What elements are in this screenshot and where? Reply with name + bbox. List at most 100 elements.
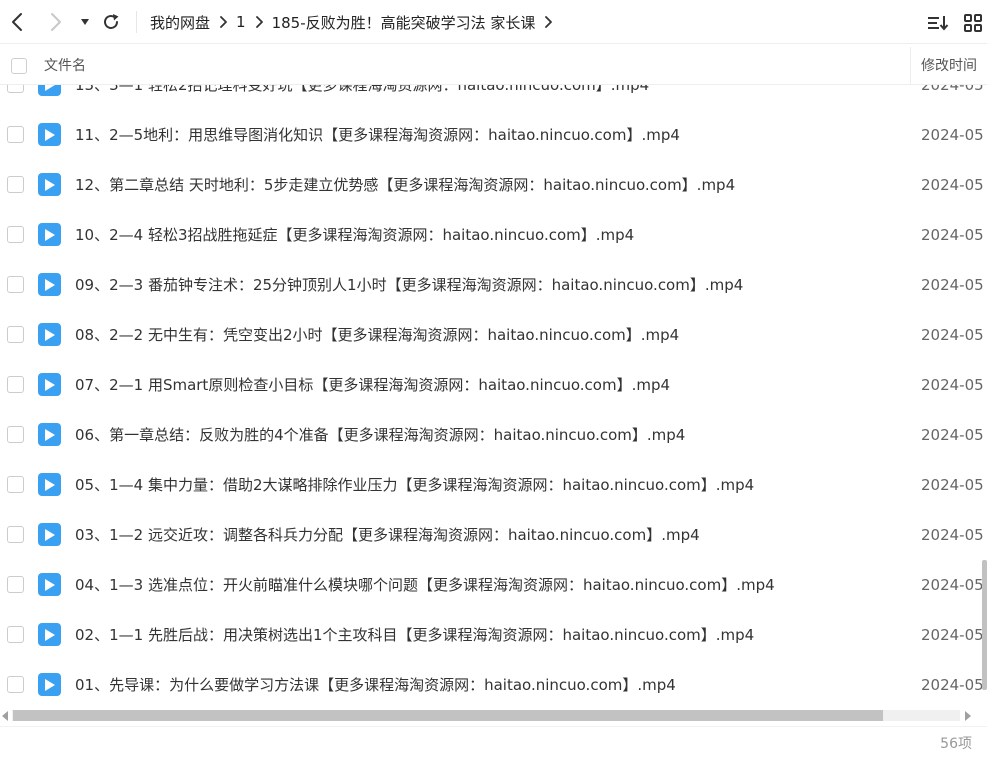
file-row[interactable]: 06、第一章总结：反败为胜的4个准备【更多课程海淘资源网：haitao.ninc…	[0, 410, 987, 460]
video-file-icon	[38, 373, 61, 396]
file-row[interactable]: 07、2—1 用Smart原则检查小目标【更多课程海淘资源网：haitao.ni…	[0, 360, 987, 410]
breadcrumb-separator-icon	[219, 16, 227, 28]
scroll-right-arrow-icon[interactable]	[962, 710, 974, 721]
vertical-scrollbar-thumb[interactable]	[982, 560, 987, 690]
scroll-left-arrow-icon[interactable]	[0, 710, 10, 721]
file-list: 13、3—1 轻松2招记理科变好玩【更多课程海淘资源网：haitao.nincu…	[0, 85, 987, 707]
horizontal-scrollbar-thumb[interactable]	[13, 710, 883, 721]
file-modified-time: 2024-05	[921, 176, 984, 194]
video-file-icon	[38, 273, 61, 296]
row-checkbox[interactable]	[7, 426, 24, 443]
row-checkbox[interactable]	[7, 676, 24, 693]
file-name: 03、1—2 远交近攻：调整各科兵力分配【更多课程海淘资源网：haitao.ni…	[75, 526, 700, 544]
video-file-icon	[38, 323, 61, 346]
column-header-name[interactable]: 文件名	[44, 47, 86, 85]
file-row[interactable]: 10、2—4 轻松3招战胜拖延症【更多课程海淘资源网：haitao.nincuo…	[0, 210, 987, 260]
chevron-left-icon	[12, 13, 22, 31]
row-checkbox[interactable]	[7, 226, 24, 243]
grid-view-button[interactable]	[962, 12, 984, 34]
file-modified-time: 2024-05	[921, 276, 984, 294]
file-name: 12、第二章总结 天时地利：5步走建立优势感【更多课程海淘资源网：haitao.…	[75, 176, 736, 194]
file-modified-time: 2024-05	[921, 85, 984, 94]
file-modified-time: 2024-05	[921, 226, 984, 244]
file-row[interactable]: 03、1—2 远交近攻：调整各科兵力分配【更多课程海淘资源网：haitao.ni…	[0, 510, 987, 560]
file-modified-time: 2024-05	[921, 576, 984, 594]
file-row[interactable]: 05、1—4 集中力量：借助2大谋略排除作业压力【更多课程海淘资源网：haita…	[0, 460, 987, 510]
file-modified-time: 2024-05	[921, 676, 984, 694]
chevron-right-icon	[51, 13, 61, 31]
history-dropdown-button[interactable]	[77, 10, 93, 34]
file-row[interactable]: 01、先导课：为什么要做学习方法课【更多课程海淘资源网：haitao.nincu…	[0, 660, 987, 707]
file-modified-time: 2024-05	[921, 626, 984, 644]
forward-button[interactable]	[44, 10, 68, 34]
row-checkbox[interactable]	[7, 626, 24, 643]
video-file-icon	[38, 473, 61, 496]
breadcrumb: 我的网盘 1 185-反败为胜！高能突破学习法 家长课	[150, 0, 561, 44]
video-file-icon	[38, 223, 61, 246]
video-file-icon	[38, 423, 61, 446]
file-modified-time: 2024-05	[921, 326, 984, 344]
horizontal-scrollbar[interactable]	[0, 707, 987, 724]
caret-down-icon	[81, 19, 89, 25]
file-modified-time: 2024-05	[921, 376, 984, 394]
file-modified-time: 2024-05	[921, 476, 984, 494]
item-count: 56项	[940, 736, 972, 752]
list-header: 文件名 修改时间	[0, 47, 987, 85]
file-name: 01、先导课：为什么要做学习方法课【更多课程海淘资源网：haitao.nincu…	[75, 676, 676, 694]
video-file-icon	[38, 573, 61, 596]
column-divider[interactable]	[910, 47, 911, 85]
refresh-button[interactable]	[99, 10, 123, 34]
video-file-icon	[38, 123, 61, 146]
file-name: 10、2—4 轻松3招战胜拖延症【更多课程海淘资源网：haitao.nincuo…	[75, 226, 635, 244]
breadcrumb-expand-icon[interactable]	[544, 16, 553, 28]
sort-button[interactable]	[927, 12, 949, 34]
row-checkbox[interactable]	[7, 376, 24, 393]
file-name: 06、第一章总结：反败为胜的4个准备【更多课程海淘资源网：haitao.ninc…	[75, 426, 686, 444]
file-name: 04、1—3 选准点位：开火前瞄准什么模块哪个问题【更多课程海淘资源网：hait…	[75, 576, 775, 594]
column-header-modified-time[interactable]: 修改时间	[921, 47, 977, 85]
file-name: 05、1—4 集中力量：借助2大谋略排除作业压力【更多课程海淘资源网：haita…	[75, 476, 755, 494]
video-file-icon	[38, 623, 61, 646]
row-checkbox[interactable]	[7, 85, 24, 93]
breadcrumb-separator-icon	[255, 16, 263, 28]
file-row[interactable]: 09、2—3 番茄钟专注术：25分钟顶别人1小时【更多课程海淘资源网：haita…	[0, 260, 987, 310]
file-row[interactable]: 04、1—3 选准点位：开火前瞄准什么模块哪个问题【更多课程海淘资源网：hait…	[0, 560, 987, 610]
toolbar-divider	[136, 11, 137, 33]
file-row[interactable]: 02、1—1 先胜后战：用决策树选出1个主攻科目【更多课程海淘资源网：haita…	[0, 610, 987, 660]
row-checkbox[interactable]	[7, 276, 24, 293]
toolbar: 我的网盘 1 185-反败为胜！高能突破学习法 家长课	[0, 0, 987, 44]
video-file-icon	[38, 523, 61, 546]
file-modified-time: 2024-05	[921, 526, 984, 544]
file-row[interactable]: 13、3—1 轻松2招记理科变好玩【更多课程海淘资源网：haitao.nincu…	[0, 85, 987, 110]
file-modified-time: 2024-05	[921, 126, 984, 144]
file-row[interactable]: 12、第二章总结 天时地利：5步走建立优势感【更多课程海淘资源网：haitao.…	[0, 160, 987, 210]
breadcrumb-item-folder[interactable]: 1	[236, 13, 246, 31]
row-checkbox[interactable]	[7, 126, 24, 143]
file-browser-window: 我的网盘 1 185-反败为胜！高能突破学习法 家长课 文件名 修改时间 13、…	[0, 0, 987, 758]
row-checkbox[interactable]	[7, 576, 24, 593]
file-name: 13、3—1 轻松2招记理科变好玩【更多课程海淘资源网：haitao.nincu…	[75, 85, 650, 94]
file-modified-time: 2024-05	[921, 426, 984, 444]
grid-view-icon	[964, 14, 982, 32]
breadcrumb-item-root[interactable]: 我的网盘	[150, 12, 210, 33]
file-name: 09、2—3 番茄钟专注术：25分钟顶别人1小时【更多课程海淘资源网：haita…	[75, 276, 744, 294]
sort-icon	[928, 16, 949, 31]
file-row[interactable]: 08、2—2 无中生有：凭空变出2小时【更多课程海淘资源网：haitao.nin…	[0, 310, 987, 360]
breadcrumb-item-current[interactable]: 185-反败为胜！高能突破学习法 家长课	[272, 12, 536, 33]
status-bar: 56项	[0, 726, 987, 758]
back-button[interactable]	[5, 10, 29, 34]
file-name: 07、2—1 用Smart原则检查小目标【更多课程海淘资源网：haitao.ni…	[75, 376, 671, 394]
row-checkbox[interactable]	[7, 476, 24, 493]
file-row[interactable]: 11、2—5地利：用思维导图消化知识【更多课程海淘资源网：haitao.ninc…	[0, 110, 987, 160]
row-checkbox[interactable]	[7, 176, 24, 193]
video-file-icon	[38, 85, 61, 96]
select-all-checkbox[interactable]	[11, 58, 27, 74]
file-name: 11、2—5地利：用思维导图消化知识【更多课程海淘资源网：haitao.ninc…	[75, 126, 680, 144]
row-checkbox[interactable]	[7, 326, 24, 343]
video-file-icon	[38, 173, 61, 196]
row-checkbox[interactable]	[7, 526, 24, 543]
file-name: 02、1—1 先胜后战：用决策树选出1个主攻科目【更多课程海淘资源网：haita…	[75, 626, 755, 644]
video-file-icon	[38, 673, 61, 696]
refresh-icon	[104, 14, 119, 29]
file-name: 08、2—2 无中生有：凭空变出2小时【更多课程海淘资源网：haitao.nin…	[75, 326, 680, 344]
